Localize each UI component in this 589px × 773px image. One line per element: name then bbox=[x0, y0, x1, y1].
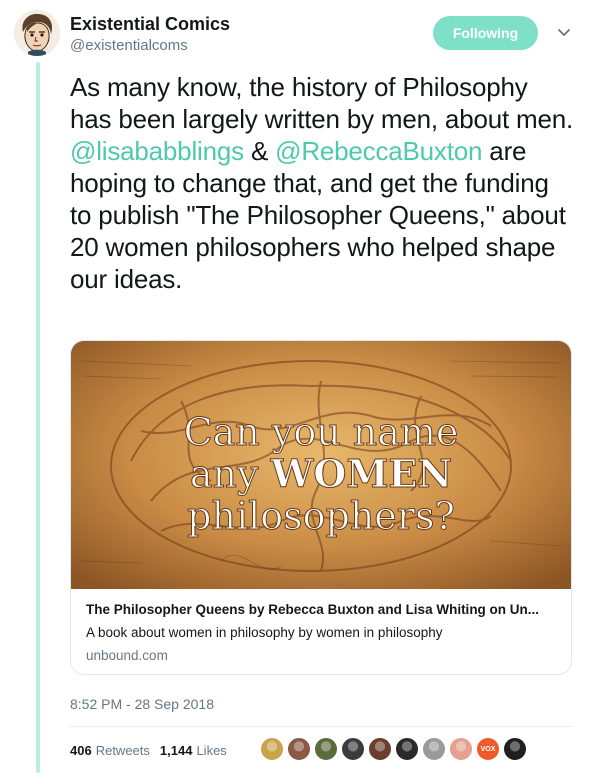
link-preview-card[interactable]: Can you name any WOMEN philosophers? The… bbox=[70, 340, 572, 675]
liker-avatars: VOX bbox=[260, 735, 530, 763]
likes-count[interactable]: 1,144 bbox=[160, 743, 193, 758]
card-image-text-line2: any WOMEN bbox=[190, 451, 452, 496]
mention-link[interactable]: @RebeccaBuxton bbox=[275, 136, 482, 166]
tweet-header: Existential Comics @existentialcoms Foll… bbox=[14, 10, 575, 60]
engagement-stats: 406 Retweets 1,144 Likes bbox=[70, 740, 227, 760]
card-image: Can you name any WOMEN philosophers? bbox=[71, 341, 571, 589]
avatar[interactable] bbox=[14, 10, 60, 56]
retweets-label[interactable]: Retweets bbox=[96, 743, 150, 758]
liker-avatar[interactable] bbox=[395, 737, 419, 761]
card-image-text-part: any bbox=[190, 452, 271, 496]
liker-avatar[interactable]: VOX bbox=[476, 737, 500, 761]
liker-avatar[interactable] bbox=[422, 737, 446, 761]
mention-link[interactable]: @lisababblings bbox=[70, 136, 244, 166]
liker-avatar[interactable] bbox=[449, 737, 473, 761]
tweet-text: As many know, the history of Philosophy … bbox=[70, 71, 575, 295]
liker-avatar[interactable] bbox=[368, 737, 392, 761]
card-image-text-part: WOMEN bbox=[270, 451, 453, 496]
following-button[interactable]: Following bbox=[433, 16, 538, 50]
user-handle[interactable]: @existentialcoms bbox=[70, 37, 188, 54]
card-image-text-line1: Can you name bbox=[184, 410, 459, 454]
retweets-count[interactable]: 406 bbox=[70, 743, 92, 758]
tweet-timestamp[interactable]: 8:52 PM - 28 Sep 2018 bbox=[70, 696, 214, 712]
chevron-down-icon[interactable] bbox=[556, 24, 572, 40]
card-title[interactable]: The Philosopher Queens by Rebecca Buxton… bbox=[86, 602, 556, 617]
card-image-text-line3: philosophers? bbox=[187, 494, 455, 538]
tweet-text-part: As many know, the history of Philosophy … bbox=[70, 72, 574, 134]
thread-connector-line bbox=[36, 62, 40, 773]
card-domain: unbound.com bbox=[86, 648, 168, 663]
avatar-illustration bbox=[14, 10, 60, 56]
liker-avatar[interactable] bbox=[341, 737, 365, 761]
liker-avatar[interactable] bbox=[260, 737, 284, 761]
liker-avatar[interactable] bbox=[503, 737, 527, 761]
tweet-text-part: & bbox=[243, 136, 276, 166]
liker-avatar[interactable] bbox=[314, 737, 338, 761]
card-description: A book about women in philosophy by wome… bbox=[86, 625, 443, 640]
liker-avatar[interactable] bbox=[287, 737, 311, 761]
user-display-name[interactable]: Existential Comics bbox=[70, 14, 230, 35]
divider bbox=[70, 726, 572, 727]
likes-label[interactable]: Likes bbox=[196, 743, 226, 758]
